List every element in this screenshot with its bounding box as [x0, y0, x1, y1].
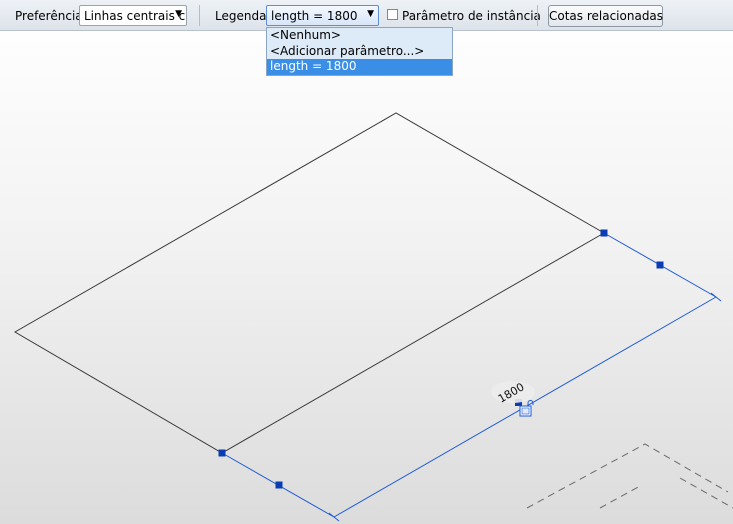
grip-handle[interactable]: [600, 229, 608, 237]
preference-select[interactable]: Linhas centrais c ▼: [79, 5, 187, 26]
grip-handle[interactable]: [656, 261, 664, 269]
drawing-svg: 1800: [14, 112, 733, 522]
instance-parameter-checkbox[interactable]: [387, 9, 398, 20]
legend-option-add-parameter[interactable]: <Adicionar parâmetro...>: [267, 44, 452, 60]
reference-plane-dashed: [599, 485, 641, 509]
toolbar-separator: [199, 5, 200, 26]
reference-plane-dashed: [679, 477, 733, 509]
reference-plane-dashed: [526, 443, 729, 509]
chevron-down-icon: ▼: [367, 9, 374, 19]
legend-option-length[interactable]: length = 1800: [267, 59, 452, 75]
legend-dropdown-list: <Nenhum> <Adicionar parâmetro...> length…: [266, 27, 453, 76]
instance-parameter-label: Parâmetro de instância: [402, 9, 541, 23]
grip-handle[interactable]: [275, 481, 283, 489]
related-dimensions-button[interactable]: Cotas relacionadas: [548, 5, 663, 27]
toolbar-separator: [537, 5, 538, 26]
legend-option-none[interactable]: <Nenhum>: [267, 28, 452, 44]
dimension-tick: [328, 512, 340, 522]
legend-select-value: length = 1800: [271, 9, 358, 23]
legend-label: Legenda:: [215, 9, 271, 23]
chevron-down-icon: ▼: [175, 9, 182, 19]
grip-handle[interactable]: [218, 449, 226, 457]
preference-label: Preferência:: [15, 9, 87, 23]
legend-select[interactable]: length = 1800 ▼: [266, 5, 379, 26]
preference-select-value: Linhas centrais c: [84, 9, 186, 23]
drawing-canvas[interactable]: 1800: [0, 31, 733, 524]
dimension-tick: [710, 292, 722, 302]
